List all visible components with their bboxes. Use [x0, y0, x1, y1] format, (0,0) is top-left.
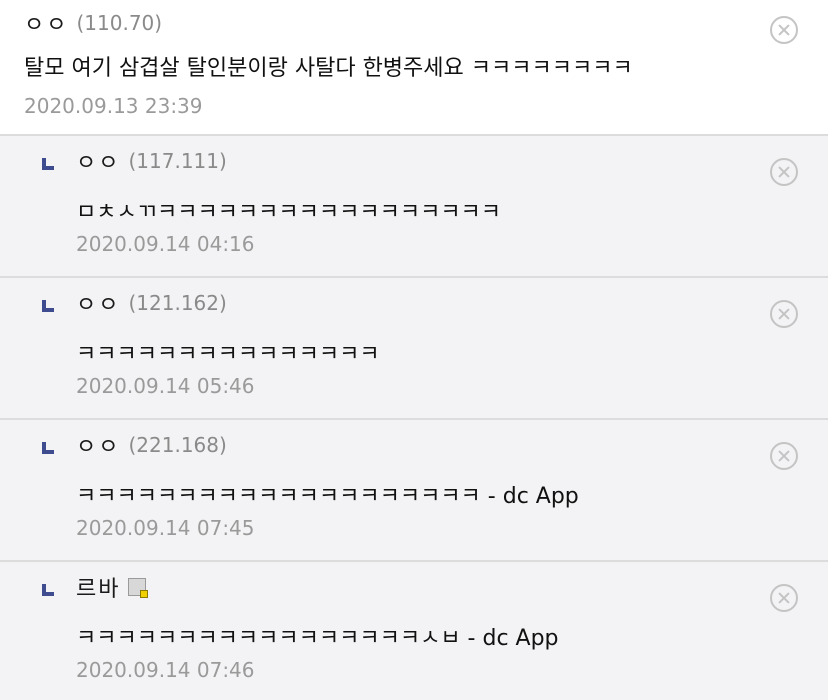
reply-item: ㅇㅇ (117.111) ㅁㅊㅅㄲㅋㅋㅋㅋㅋㅋㅋㅋㅋㅋㅋㅋㅋㅋㅋㅋㅋ 2020.… [0, 136, 828, 278]
author-ip: (121.162) [128, 291, 227, 315]
delete-comment-icon[interactable] [770, 158, 798, 186]
author-ip: (221.168) [128, 433, 227, 457]
delete-comment-icon[interactable] [770, 442, 798, 470]
delete-comment-icon[interactable] [770, 300, 798, 328]
reply-date: 2020.09.14 07:45 [76, 516, 255, 540]
comment-item: ㅇㅇ (110.70) 탈모 여기 삼겹살 탈인분이랑 사탈다 한병주세요 ㅋㅋ… [0, 0, 828, 136]
reply-arrow-icon [42, 300, 54, 312]
reply-date: 2020.09.14 05:46 [76, 374, 255, 398]
comment-author: ㅇㅇ (110.70) [24, 7, 828, 39]
reply-date: 2020.09.14 07:46 [76, 658, 255, 682]
reply-text: ㅁㅊㅅㄲㅋㅋㅋㅋㅋㅋㅋㅋㅋㅋㅋㅋㅋㅋㅋㅋㅋ [76, 200, 502, 225]
reply-arrow-icon [42, 158, 54, 170]
author-nickname[interactable]: ㅇㅇ [24, 7, 68, 39]
author-nickname[interactable]: 르바 [76, 571, 120, 603]
reply-text: ㅋㅋㅋㅋㅋㅋㅋㅋㅋㅋㅋㅋㅋㅋㅋ [76, 342, 380, 367]
reply-arrow-icon [42, 442, 54, 454]
reply-item: ㅇㅇ (221.168) ㅋㅋㅋㅋㅋㅋㅋㅋㅋㅋㅋㅋㅋㅋㅋㅋㅋㅋㅋㅋ - dc A… [0, 420, 828, 562]
author-nickname[interactable]: ㅇㅇ [76, 429, 120, 461]
reply-date: 2020.09.14 04:16 [76, 232, 255, 256]
gallery-member-icon [128, 578, 149, 598]
comment-list: ㅇㅇ (110.70) 탈모 여기 삼겹살 탈인분이랑 사탈다 한병주세요 ㅋㅋ… [0, 0, 828, 700]
delete-comment-icon[interactable] [770, 16, 798, 44]
author-ip: (117.111) [128, 149, 227, 173]
comment-date: 2020.09.13 23:39 [24, 94, 203, 118]
comment-text: 탈모 여기 삼겹살 탈인분이랑 사탈다 한병주세요 ㅋㅋㅋㅋㅋㅋㅋㅋ [24, 56, 633, 81]
reply-text: ㅋㅋㅋㅋㅋㅋㅋㅋㅋㅋㅋㅋㅋㅋㅋㅋㅋㅋㅋㅋ - dc App [76, 484, 579, 509]
reply-item: ㅇㅇ (121.162) ㅋㅋㅋㅋㅋㅋㅋㅋㅋㅋㅋㅋㅋㅋㅋ 2020.09.14 … [0, 278, 828, 420]
reply-author: 르바 [76, 571, 149, 603]
author-nickname[interactable]: ㅇㅇ [76, 287, 120, 319]
reply-text: ㅋㅋㅋㅋㅋㅋㅋㅋㅋㅋㅋㅋㅋㅋㅋㅋㅋㅅㅂ - dc App [76, 626, 559, 651]
delete-comment-icon[interactable] [770, 584, 798, 612]
author-ip: (110.70) [76, 11, 163, 35]
reply-author: ㅇㅇ (117.111) [76, 145, 227, 177]
reply-author: ㅇㅇ (221.168) [76, 429, 227, 461]
reply-arrow-icon [42, 584, 54, 596]
author-nickname[interactable]: ㅇㅇ [76, 145, 120, 177]
reply-author: ㅇㅇ (121.162) [76, 287, 227, 319]
reply-item: 르바 ㅋㅋㅋㅋㅋㅋㅋㅋㅋㅋㅋㅋㅋㅋㅋㅋㅋㅅㅂ - dc App 2020.09.… [0, 562, 828, 700]
